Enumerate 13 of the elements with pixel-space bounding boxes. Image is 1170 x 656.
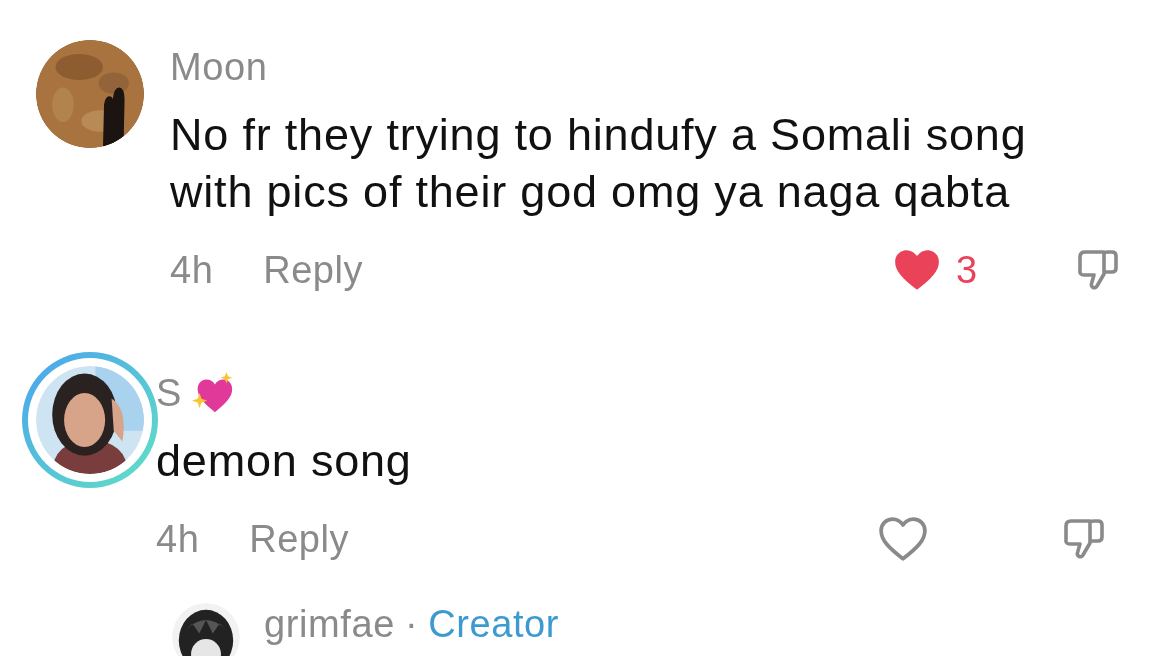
separator-dot: · [404, 603, 419, 646]
comment-text: demon song [156, 434, 413, 488]
username: grimfae [264, 603, 395, 646]
timestamp: 4h [170, 248, 214, 292]
comment-text: No fr they trying to hindufy a Somali song with pics of their god omg ya naga qabta [170, 108, 1028, 219]
creator-label: Creator [428, 603, 560, 646]
username: S [156, 371, 182, 415]
reply-button[interactable]: Reply [249, 517, 349, 561]
username: Moon [170, 45, 268, 89]
like-button[interactable] [878, 516, 928, 562]
timestamp: 4h [156, 517, 200, 561]
like-count: 3 [956, 248, 978, 292]
reply-button[interactable]: Reply [263, 248, 363, 292]
